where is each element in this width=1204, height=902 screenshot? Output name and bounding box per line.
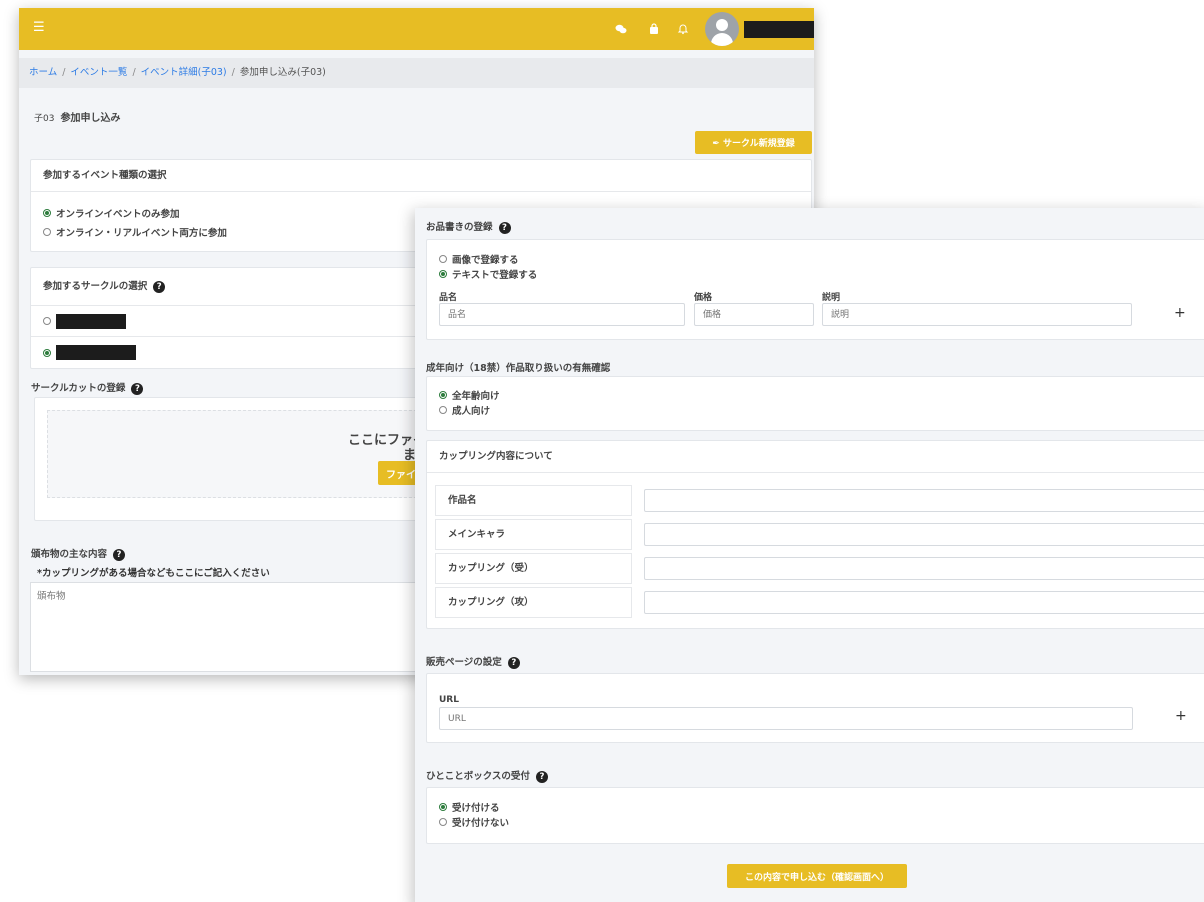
radio-unchecked-icon — [439, 817, 447, 826]
distribution-heading: 頒布物の主な内容? — [31, 546, 126, 561]
help-icon[interactable]: ? — [131, 382, 144, 395]
circle-name-redacted — [56, 345, 136, 360]
adult-option-all-ages[interactable]: 全年齢向け — [439, 387, 500, 402]
coupling-row-seme: カップリング（攻） — [435, 587, 1204, 618]
coupling-row-main-chara: メインキャラ — [435, 519, 1204, 550]
breadcrumb-home[interactable]: ホーム — [29, 67, 57, 78]
menu-card: 画像で登録する テキストで登録する 品名 価格 説明 + — [426, 239, 1204, 340]
description-label: 説明 — [822, 293, 841, 303]
menu-option-text[interactable]: テキストで登録する — [439, 266, 537, 281]
user-name-redacted[interactable] — [744, 21, 814, 38]
help-icon[interactable]: ? — [498, 221, 511, 234]
item-name-input[interactable] — [439, 303, 685, 326]
adult-heading: 成年向け（18禁）作品取り扱いの有無確認 — [426, 363, 611, 374]
breadcrumb-events[interactable]: イベント一覧 — [70, 67, 127, 78]
comment-box-card: 受け付ける 受け付けない — [426, 787, 1204, 844]
page-title-text: 参加申し込み — [60, 113, 121, 124]
adult-card: 全年齢向け 成人向け — [426, 376, 1204, 431]
sales-page-card: URL + — [426, 673, 1204, 743]
distribution-textarea[interactable] — [30, 582, 430, 672]
circle-cut-heading: サークルカットの登録? — [31, 380, 144, 395]
front-window: お品書きの登録? 画像で登録する テキストで登録する 品名 価格 説明 + 成年… — [415, 208, 1204, 902]
radio-checked-icon — [43, 348, 51, 357]
page-title: 子03 参加申し込み — [34, 109, 120, 124]
coupling-row-uke: カップリング（受） — [435, 553, 1204, 584]
item-name-label: 品名 — [439, 293, 458, 303]
submit-button[interactable]: この内容で申し込む（確認画面へ） — [727, 864, 907, 888]
cart-icon[interactable] — [648, 23, 660, 35]
file-drop-zone[interactable]: ここにファイ ま ファイ — [47, 410, 438, 498]
comment-option-accept[interactable]: 受け付ける — [439, 799, 509, 814]
new-circle-button[interactable]: ✒ サークル新規登録 — [695, 131, 812, 154]
coupling-heading: カップリング内容について — [427, 441, 1204, 473]
radio-checked-icon — [43, 208, 51, 217]
radio-checked-icon — [439, 390, 447, 399]
user-avatar-icon[interactable] — [705, 12, 739, 46]
comment-option-reject[interactable]: 受け付けない — [439, 814, 509, 829]
pen-icon: ✒ — [712, 139, 720, 149]
main-character-input[interactable] — [644, 523, 1204, 546]
chat-icon[interactable] — [615, 23, 627, 35]
adult-option-adult[interactable]: 成人向け — [439, 402, 500, 417]
description-input[interactable] — [822, 303, 1132, 326]
url-input[interactable] — [439, 707, 1133, 730]
menu-heading: お品書きの登録? — [426, 219, 511, 234]
circle-name-redacted — [56, 313, 126, 329]
breadcrumb: ホーム / イベント一覧 / イベント詳細(子03) / 参加申し込み(子03) — [19, 58, 814, 88]
bell-icon[interactable] — [677, 23, 689, 35]
radio-unchecked-icon — [439, 405, 447, 414]
menu-option-image[interactable]: 画像で登録する — [439, 251, 537, 266]
help-icon[interactable]: ? — [153, 280, 166, 293]
url-label: URL — [439, 695, 459, 705]
work-title-input[interactable] — [644, 489, 1204, 512]
add-item-icon[interactable]: + — [1174, 305, 1186, 321]
help-icon[interactable]: ? — [113, 548, 126, 561]
hamburger-icon[interactable]: ☰ — [33, 21, 45, 35]
top-navbar: ☰ — [19, 8, 814, 50]
radio-unchecked-icon — [43, 317, 51, 325]
distribution-note: *カップリングがある場合などもここにご記入ください — [37, 568, 270, 579]
comment-box-heading: ひとことボックスの受付? — [426, 768, 548, 783]
help-icon[interactable]: ? — [507, 656, 520, 669]
add-url-icon[interactable]: + — [1175, 708, 1187, 724]
sales-page-heading: 販売ページの設定? — [426, 654, 520, 669]
breadcrumb-current: 参加申し込み(子03) — [239, 67, 326, 78]
radio-unchecked-icon — [439, 254, 447, 263]
coupling-row-title: 作品名 — [435, 485, 1204, 516]
radio-checked-icon — [439, 269, 447, 278]
coupling-uke-input[interactable] — [644, 557, 1204, 580]
radio-checked-icon — [439, 802, 447, 811]
new-circle-button-label: サークル新規登録 — [722, 139, 795, 149]
event-type-heading: 参加するイベント種類の選択 — [31, 160, 811, 192]
radio-unchecked-icon — [43, 227, 51, 236]
page-title-prefix: 子03 — [34, 114, 55, 124]
help-icon[interactable]: ? — [535, 770, 548, 783]
coupling-card: カップリング内容について 作品名 メインキャラ カップリング（受） カップリング… — [426, 440, 1204, 629]
price-label: 価格 — [694, 293, 713, 303]
breadcrumb-event-detail[interactable]: イベント詳細(子03) — [141, 67, 227, 78]
coupling-seme-input[interactable] — [644, 591, 1204, 614]
price-input[interactable] — [694, 303, 814, 326]
